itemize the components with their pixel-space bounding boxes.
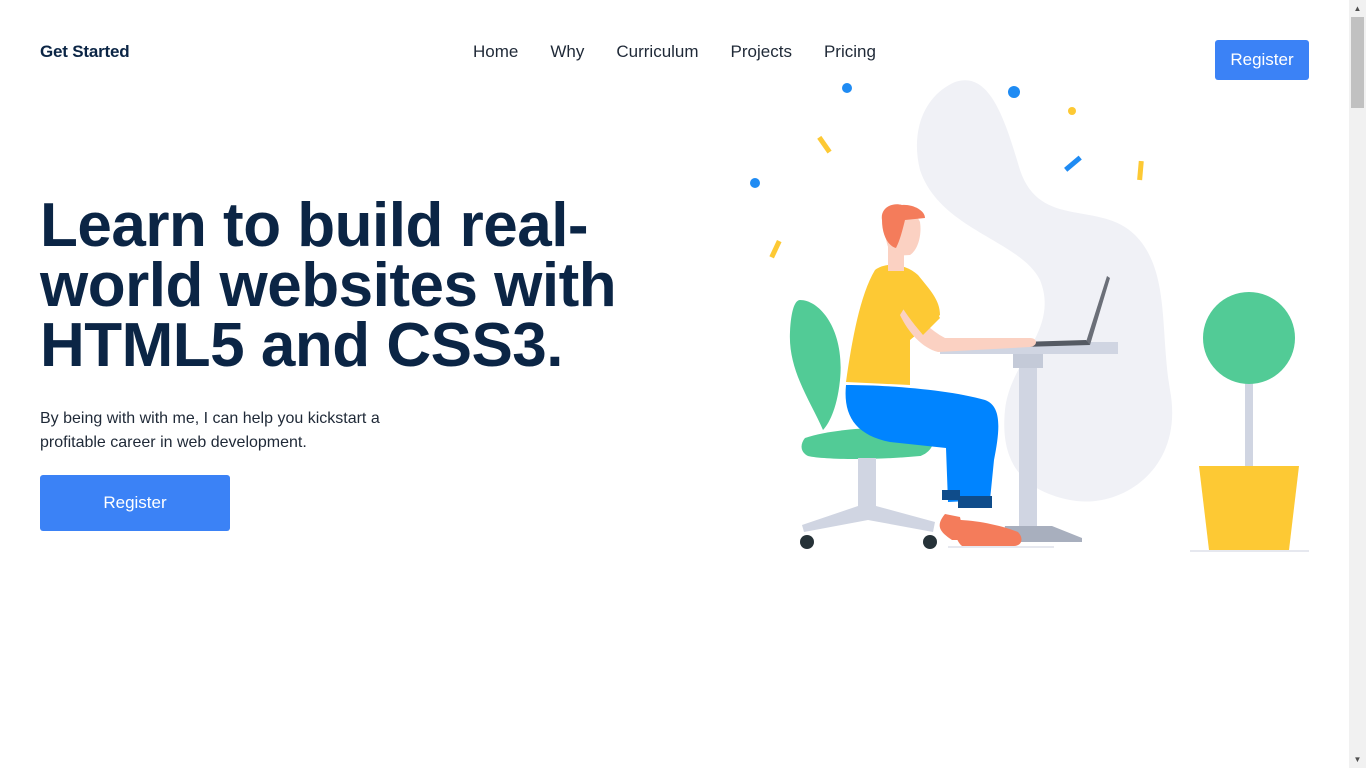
nav-home[interactable]: Home: [473, 42, 518, 62]
nav-projects[interactable]: Projects: [731, 42, 792, 62]
scroll-down-icon[interactable]: ▼: [1349, 751, 1366, 768]
nav-curriculum[interactable]: Curriculum: [616, 42, 698, 62]
vertical-scrollbar[interactable]: ▲ ▼: [1349, 0, 1366, 768]
scrollbar-thumb[interactable]: [1351, 17, 1364, 108]
page: Get Started Home Why Curriculum Projects…: [0, 0, 1349, 768]
scroll-up-icon[interactable]: ▲: [1349, 0, 1366, 17]
person-at-desk-illustration: [750, 80, 1309, 552]
main-nav: Home Why Curriculum Projects Pricing: [473, 42, 876, 62]
hero-subtitle: By being with with me, I can help you ki…: [40, 410, 380, 451]
nav-pricing[interactable]: Pricing: [824, 42, 876, 62]
logo[interactable]: Get Started: [40, 42, 130, 62]
hero-register-button[interactable]: Register: [40, 475, 230, 531]
nav-why[interactable]: Why: [550, 42, 584, 62]
hero-title: Learn to build real-world websites with …: [40, 191, 617, 380]
